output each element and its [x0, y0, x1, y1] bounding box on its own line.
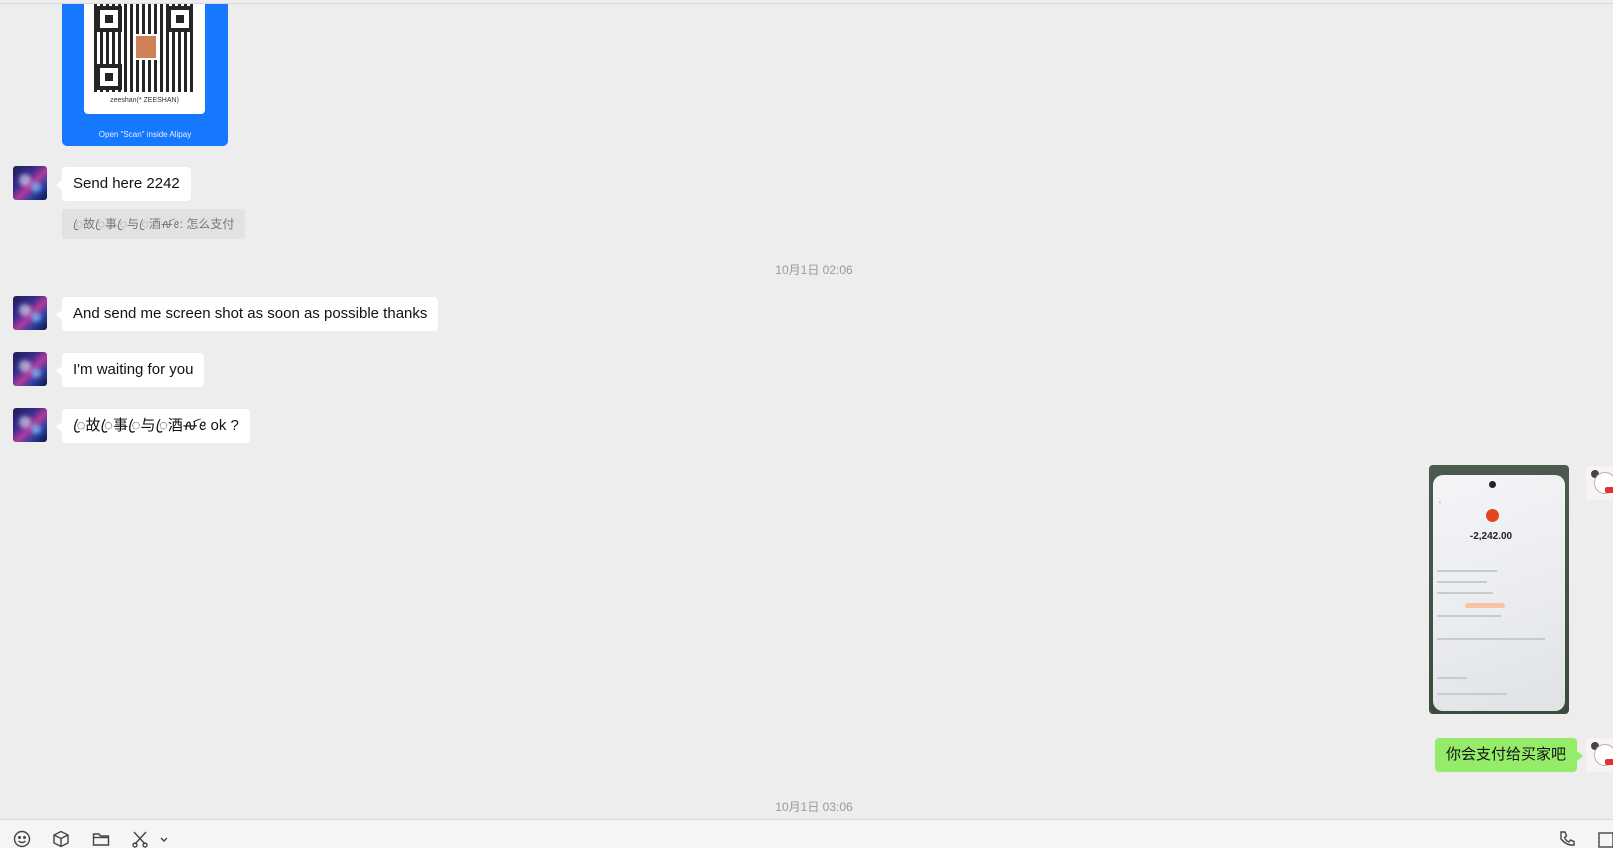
qr-marker	[96, 6, 122, 32]
qr-caption: Open "Scan" inside Alipay	[98, 130, 192, 139]
message-timestamp: 10月1日 02:06	[775, 263, 853, 277]
alipay-qr-image-message[interactable]: zeeshan(* ZEESHAN) Open "Scan" inside Al…	[62, 4, 228, 146]
detail-row	[1437, 693, 1507, 695]
emoji-icon[interactable]	[13, 830, 31, 848]
payment-amount: -2,242.00	[1469, 531, 1513, 542]
status-pill	[1465, 603, 1505, 608]
input-toolbar	[0, 819, 1613, 848]
message-bubble[interactable]: And send me screen shot as soon as possi…	[55, 297, 439, 331]
qr-owner-name: zeeshan(* ZEESHAN)	[110, 97, 179, 104]
top-divider	[0, 3, 1613, 4]
qr-card-inner: zeeshan(* ZEESHAN)	[84, 4, 205, 114]
qr-profile-photo	[134, 34, 158, 60]
detail-row	[1437, 570, 1497, 572]
detail-row	[1437, 581, 1487, 583]
scissors-icon[interactable]	[131, 830, 167, 848]
contact-avatar[interactable]	[13, 408, 47, 442]
quoted-message[interactable]: ꦿ故ꦿ事ꦿ与ꦿ酒ꫛꫀ: 怎么支付	[62, 209, 246, 239]
phone-icon[interactable]	[1558, 830, 1576, 848]
phone-screen: ‹ -2,242.00	[1433, 475, 1565, 711]
qr-code	[94, 4, 195, 92]
my-avatar[interactable]	[1586, 466, 1613, 500]
box-icon[interactable]	[52, 830, 70, 848]
message-bubble[interactable]: I'm waiting for you	[55, 353, 205, 387]
folder-icon[interactable]	[92, 830, 110, 848]
contact-avatar[interactable]	[13, 296, 47, 330]
back-arrow-icon: ‹	[1439, 500, 1441, 506]
camera-dot	[1489, 481, 1496, 488]
contact-avatar[interactable]	[13, 166, 47, 200]
qr-marker	[96, 64, 122, 90]
message-bubble[interactable]: Send here 2242	[56, 167, 191, 201]
my-message-bubble[interactable]: 你会支付给买家吧	[1435, 738, 1584, 772]
my-avatar[interactable]	[1586, 738, 1613, 772]
detail-row	[1437, 615, 1501, 617]
window-icon[interactable]	[1597, 830, 1613, 848]
qr-marker	[167, 6, 193, 32]
payment-screenshot-image-message[interactable]: ‹ -2,242.00	[1429, 465, 1569, 714]
contact-avatar[interactable]	[13, 352, 47, 386]
detail-row	[1437, 638, 1545, 640]
message-timestamp: 10月1日 03:06	[775, 800, 853, 814]
merchant-logo-icon	[1486, 509, 1499, 522]
detail-row	[1437, 592, 1493, 594]
message-bubble[interactable]: ꦿ故ꦿ事ꦿ与ꦿ酒ꫛꫀ ok ?	[56, 409, 250, 443]
detail-row	[1437, 677, 1467, 679]
